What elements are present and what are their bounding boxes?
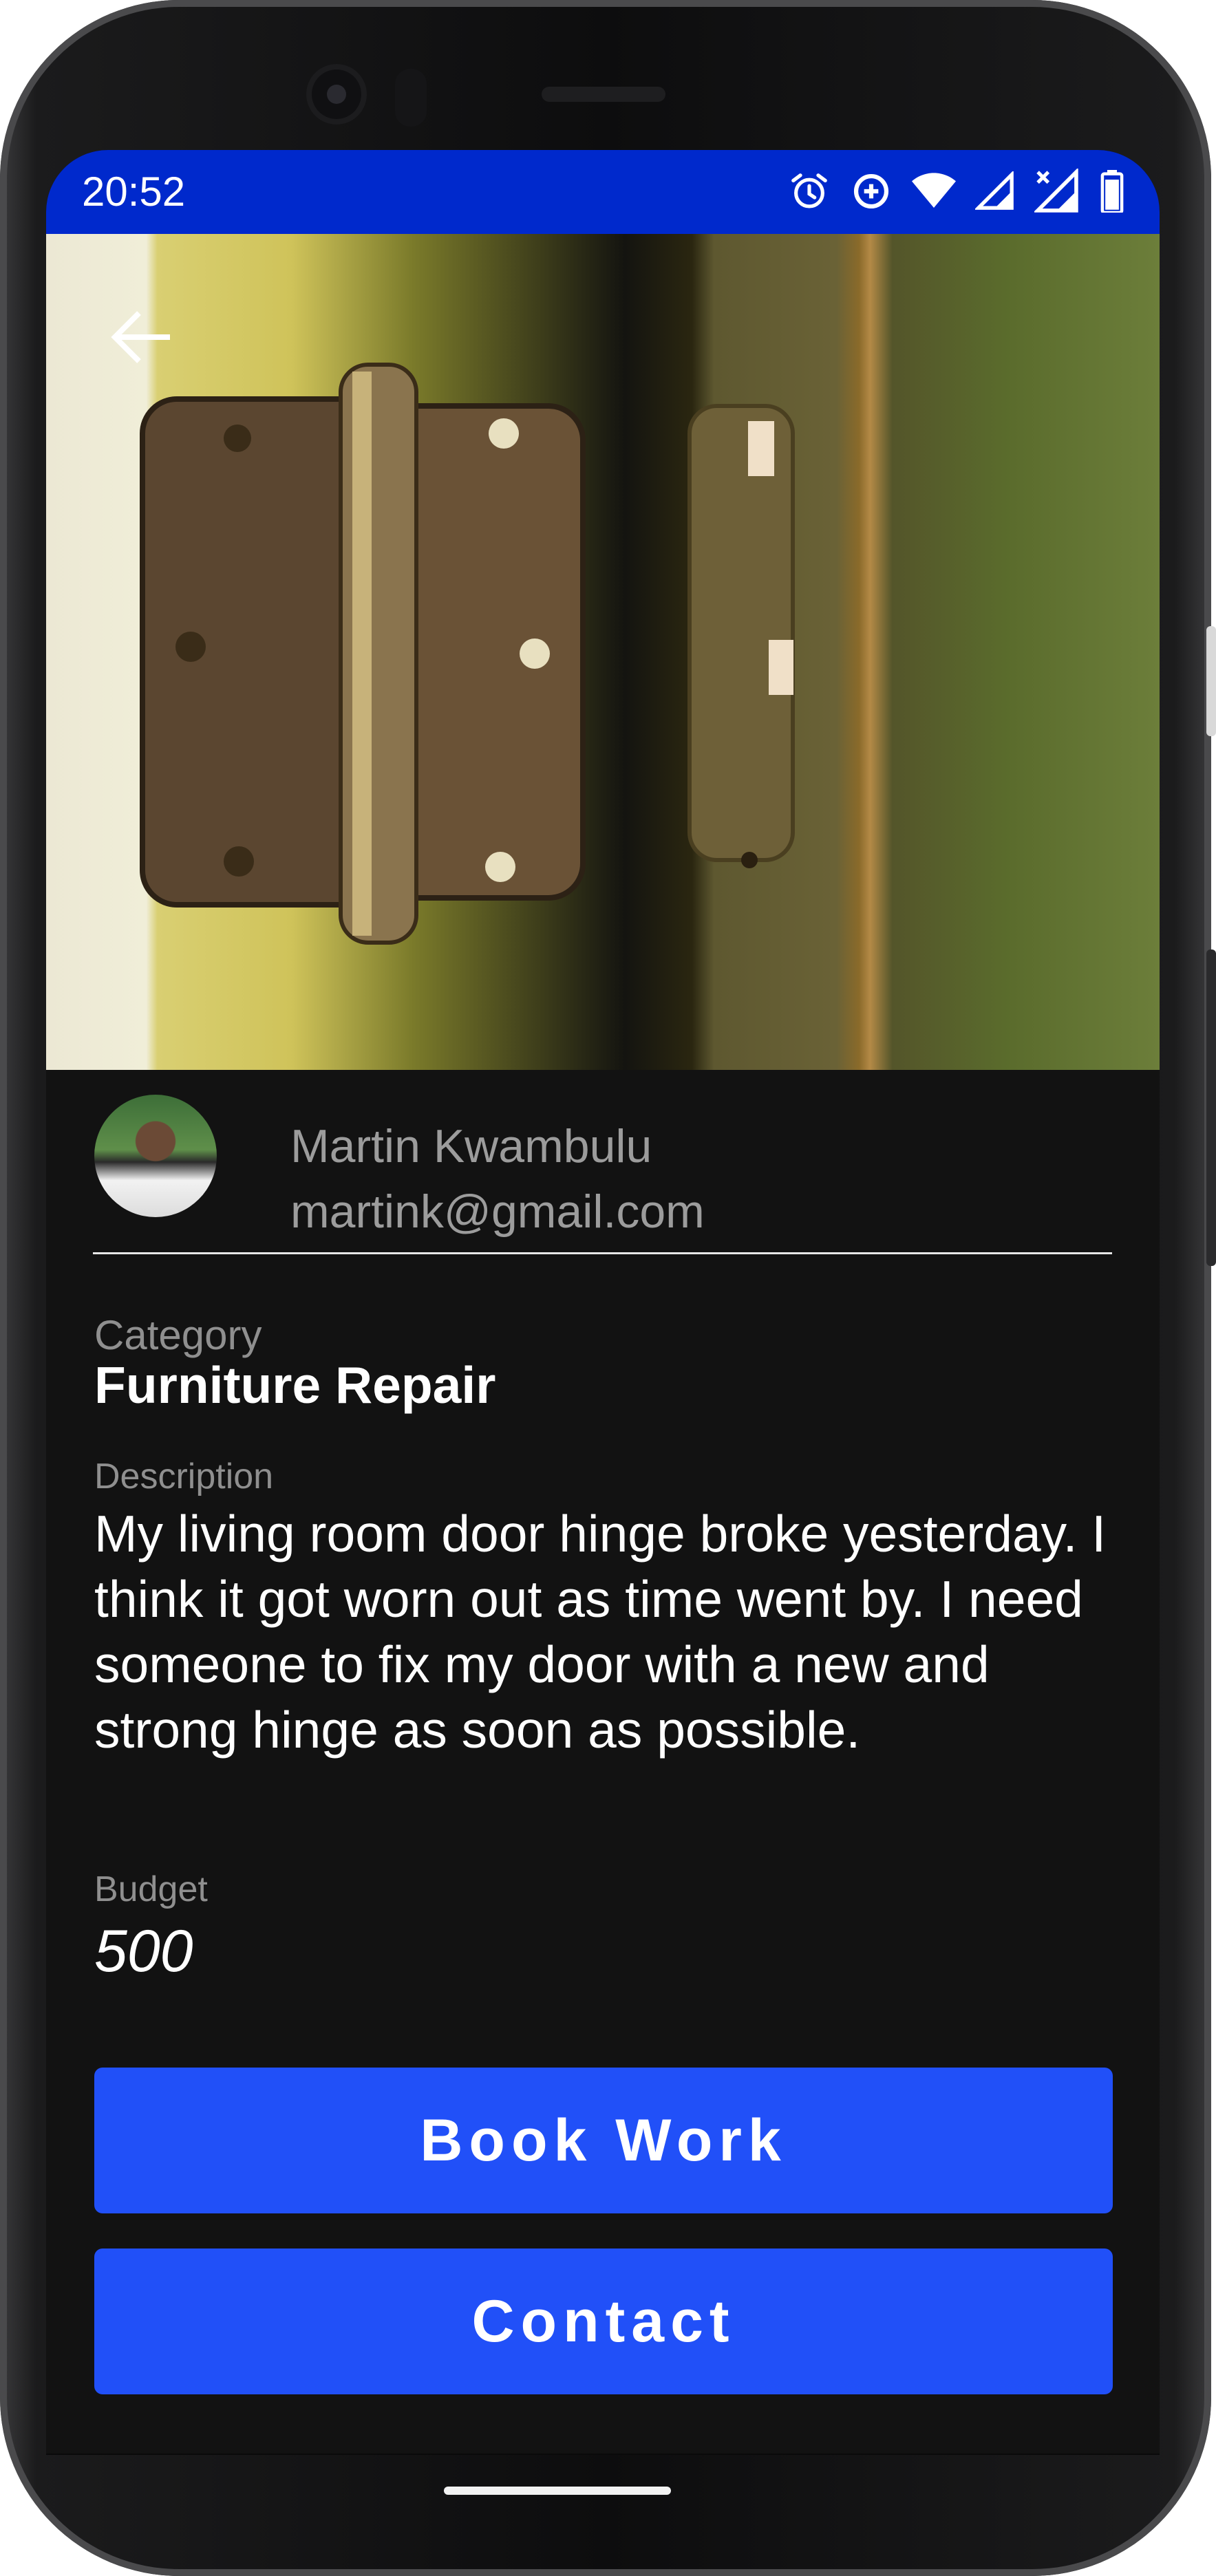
alarm-icon (791, 173, 827, 208)
poster-email: martink@gmail.com (290, 1185, 705, 1238)
contact-button[interactable]: Contact (94, 2248, 1113, 2394)
book-work-button[interactable]: Book Work (94, 2068, 1113, 2213)
proximity-sensor (395, 69, 427, 127)
avatar[interactable] (94, 1095, 217, 1217)
home-indicator[interactable] (444, 2487, 671, 2495)
signal-icon (975, 171, 1014, 210)
navigation-area (46, 2454, 1160, 2455)
data-saver-icon (853, 173, 889, 209)
status-bar: 20:52 (46, 150, 1160, 234)
description-label: Description (94, 1457, 274, 1496)
poster-info: Martin Kwambulu martink@gmail.com (93, 1093, 1112, 1254)
back-button[interactable] (101, 296, 184, 378)
status-icons (788, 167, 1125, 216)
category-label: Category (94, 1312, 262, 1358)
wifi-icon (912, 173, 956, 208)
budget-value: 500 (94, 1918, 193, 1984)
earpiece-speaker (542, 87, 665, 102)
signal-no-data-icon (1034, 169, 1078, 213)
poster-name: Martin Kwambulu (290, 1120, 652, 1172)
budget-label: Budget (94, 1869, 208, 1909)
volume-button (1206, 949, 1216, 1266)
door-hinge-image (140, 363, 795, 945)
category-value: Furniture Repair (94, 1356, 496, 1414)
description-value: My living room door hinge broke yesterda… (94, 1505, 1107, 1759)
arrow-back-icon (111, 311, 170, 363)
status-time: 20:52 (82, 169, 186, 215)
app-screen: 20:52 Martin Kwambulu martink@gmail.com … (46, 150, 1160, 2455)
job-photo (46, 234, 1160, 1070)
battery-icon (1100, 170, 1124, 213)
front-camera (306, 64, 367, 125)
power-button (1206, 626, 1216, 736)
